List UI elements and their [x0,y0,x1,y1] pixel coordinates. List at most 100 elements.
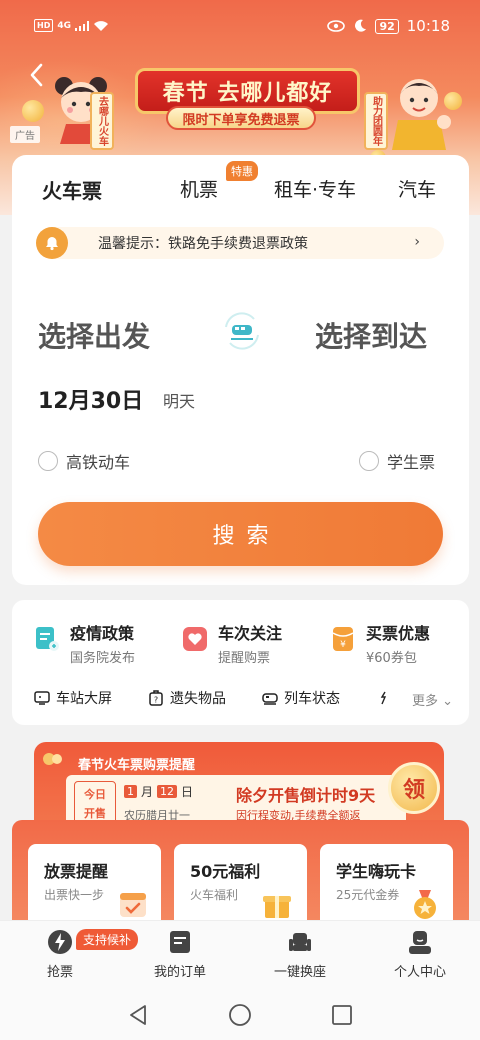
departure-station[interactable]: 选择出发 [38,315,150,355]
service-subtitle: ¥60券包 [366,651,417,666]
clock: 10:18 [406,17,450,35]
arrival-station[interactable]: 选择到达 [315,315,427,355]
swap-stations-button[interactable] [218,307,266,355]
promo-card-title: 学生嗨玩卡 [336,862,417,881]
promo-benefits-band: 放票提醒 出票快一步 50元福利 火车福利 学生嗨玩卡 25元代金券 [12,820,469,930]
waitlist-support-badge: 支持候补 [76,929,139,950]
service-train-follow[interactable]: 车次关注 提醒购票 [182,620,282,666]
banner-title: 春节 去哪儿都好 [162,81,333,106]
heart-icon [183,627,207,651]
nav-label: 抢票 [46,965,73,980]
lightning-icon [48,930,72,954]
tab-car-rental[interactable]: 租车·专车 [274,175,356,202]
train-icon [262,693,278,705]
bottom-navigation: 抢票 支持候补 我的订单 一键换座 个人中心 [0,920,480,990]
spring-festival-promo: 春节火车票购票提醒 今日 开售 1 月 12 日 农历腊月廿一 除夕开售倒计时9… [12,738,469,930]
notice-text: 温馨提示：铁路免手续费退票政策 [98,236,308,252]
notice-bar[interactable]: 温馨提示：铁路免手续费退票政策 › [36,227,444,259]
back-button[interactable] [24,62,50,88]
service-subtitle: 国务院发布 [70,651,136,666]
nav-label: 我的订单 [153,965,206,980]
high-speed-checkbox[interactable] [38,451,58,471]
departure-date[interactable]: 12月30日 [38,383,143,415]
sale-day: 12 [157,785,178,798]
signal-icon [75,20,89,31]
screen-icon [34,691,50,705]
eye-icon [327,20,346,32]
promo-card-subtitle: 火车福利 [190,888,239,902]
train-swap-icon [225,312,259,350]
more-label: 更多 [411,694,438,709]
medal-icon [414,890,436,919]
student-ticket-checkbox[interactable] [359,451,379,471]
nav-my-orders[interactable]: 我的订单 [130,929,230,980]
firecracker-icon [43,753,62,765]
home-circle-icon[interactable] [228,1003,252,1027]
tab-train[interactable]: 火车票 [42,175,102,204]
moon-icon [355,19,367,32]
promo-heading: 春节火车票购票提醒 [78,758,196,773]
nav-profile[interactable]: 个人中心 [370,929,470,980]
network-status: HD 4G [34,19,109,32]
quick-link-lost-items[interactable]: ? 遗失物品 [148,688,226,708]
back-triangle-icon[interactable] [126,1003,150,1027]
quick-link-label: 列车状态 [284,691,340,707]
service-title: 车次关注 [218,624,283,643]
promo-card-student-card[interactable]: 学生嗨玩卡 25元代金券 [320,844,453,930]
svg-text:¥: ¥ [340,640,346,650]
sale-date: 1 月 12 日 [124,783,193,800]
service-epidemic-policy[interactable]: 疫情政策 国务院发布 [34,620,135,666]
nav-change-seat[interactable]: 一键换座 [250,929,350,980]
more-link[interactable]: 更多 ⌄ [412,690,453,709]
coin-decoration [22,100,44,122]
student-ticket-label: 学生票 [387,453,436,472]
ad-label: 广告 [10,126,40,143]
status-bar: HD 4G 92 10:18 [0,0,480,52]
tab-bus[interactable]: 汽车 [398,175,436,202]
system-navigation-bar [0,990,480,1040]
month-unit: 月 [141,785,154,799]
services-card: 疫情政策 国务院发布 车次关注 提醒购票 ¥ 买票优惠 ¥60券包 车站大屏 ?… [12,600,469,725]
service-ticket-discount[interactable]: ¥ 买票优惠 ¥60券包 [330,620,430,666]
network-type: 4G [57,20,71,31]
today-label: 今日 [84,788,106,801]
promo-card-title: 放票提醒 [44,862,109,881]
policy-document-icon [36,627,59,651]
claim-button[interactable]: 领 [388,762,440,814]
date-relative-label: 明天 [163,392,196,411]
ticket-type-tabs: 火车票 机票 特惠 租车·专车 汽车 [12,155,469,217]
ticket-search-card: 火车票 机票 特惠 租车·专车 汽车 温馨提示：铁路免手续费退票政策 › 选择出… [12,155,469,585]
partial-link-icon [380,691,387,705]
system-status: 92 10:18 [327,17,450,35]
promo-card-title: 50元福利 [190,862,261,881]
day-unit: 日 [181,785,194,799]
high-speed-label: 高铁动车 [66,453,131,472]
promo-card-50-yuan-benefit[interactable]: 50元福利 火车福利 [174,844,307,930]
promo-card-ticket-reminder[interactable]: 放票提醒 出票快一步 [28,844,161,930]
banner-subtitle: 限时下单享免费退票 [166,106,316,130]
bell-icon [36,227,68,259]
promo-card-subtitle: 25元代金券 [336,888,400,902]
quick-link-station-screen[interactable]: 车站大屏 [34,688,112,708]
chevron-left-icon [30,63,43,87]
service-title: 买票优惠 [366,624,431,643]
special-offer-badge: 特惠 [226,161,258,181]
gift-box-icon [263,896,291,918]
tab-flight[interactable]: 机票 [180,175,218,202]
order-list-icon [170,931,190,953]
service-subtitle: 提醒购票 [218,651,271,666]
red-packet-icon: ¥ [332,627,354,651]
student-ticket-option[interactable]: 学生票 [359,449,435,473]
svg-text:?: ? [154,696,158,705]
nav-label: 一键换座 [273,965,326,980]
boy-illustration [392,79,451,150]
chevron-down-icon: ⌄ [442,694,453,709]
high-speed-option[interactable]: 高铁动车 [38,449,130,473]
wifi-icon [94,20,108,31]
nav-label: 个人中心 [393,965,446,980]
service-title: 疫情政策 [70,624,135,643]
chevron-right-icon: › [414,234,420,250]
search-button[interactable]: 搜索 [38,502,443,566]
quick-link-train-status[interactable]: 列车状态 [262,688,340,708]
recents-square-icon[interactable] [330,1003,354,1027]
